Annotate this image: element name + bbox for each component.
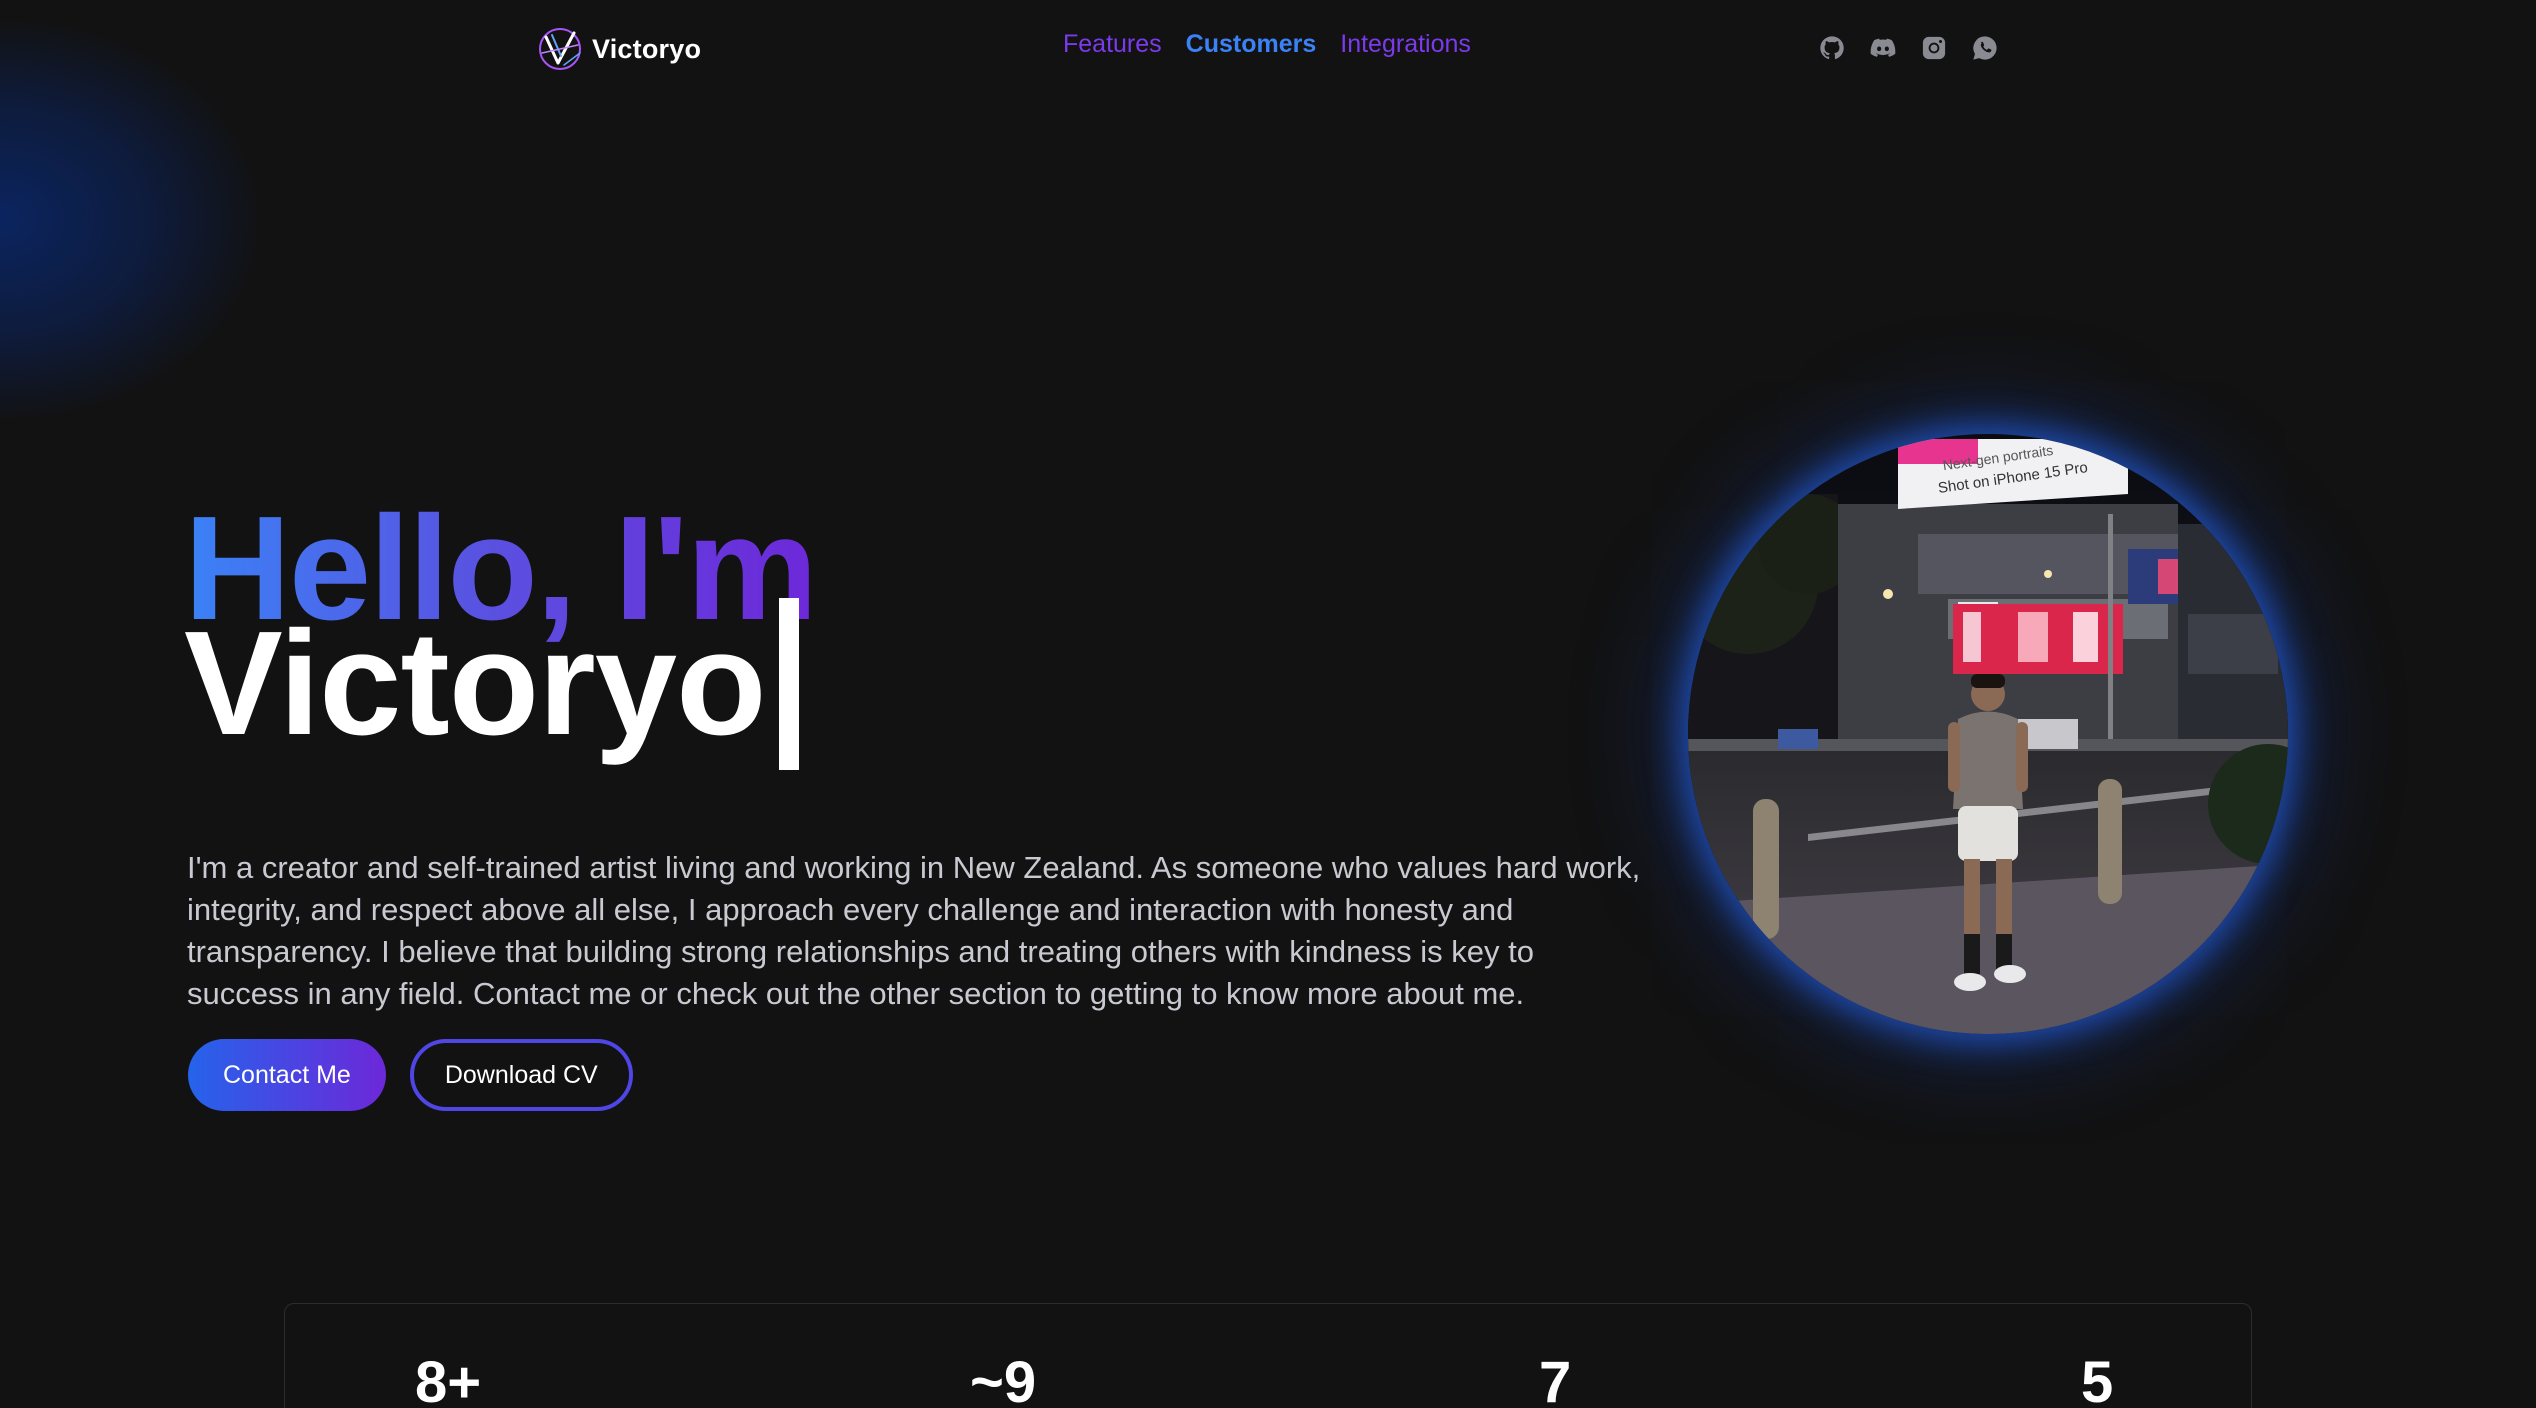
hero-bio: I'm a creator and self-trained artist li… — [187, 850, 1641, 1011]
nav-links: Features Customers Integrations — [1063, 30, 1471, 59]
nav-link-integrations[interactable]: Integrations — [1340, 30, 1471, 59]
download-cv-button[interactable]: Download CV — [409, 1039, 633, 1111]
portfolio-page: Victoryo Features Customers Integrations — [0, 0, 2536, 1408]
profile-photo-image: Next-gen portraits Shot on iPhone 15 Pro — [1688, 434, 2288, 1034]
whatsapp-icon[interactable] — [1971, 34, 1999, 62]
brand-name: Victoryo — [592, 33, 702, 64]
instagram-icon[interactable] — [1920, 34, 1948, 62]
v-logo-icon — [539, 28, 581, 70]
hero-name-row: Victoryo — [184, 598, 800, 770]
stat-value: ~9 — [970, 1350, 1037, 1408]
stat-value: 5 — [2081, 1350, 2114, 1408]
contact-me-button[interactable]: Contact Me — [188, 1039, 386, 1111]
discord-icon[interactable] — [1869, 34, 1897, 62]
hero-actions: Contact Me Download CV — [188, 1039, 633, 1111]
stat-value: 8+ — [415, 1350, 482, 1408]
social-links — [1818, 34, 1999, 62]
stat-value: 7 — [1539, 1350, 1572, 1408]
stats-card: 8+ ~9 7 5 — [284, 1303, 2252, 1408]
profile-photo: Next-gen portraits Shot on iPhone 15 Pro — [1688, 434, 2288, 1034]
navbar: Victoryo Features Customers Integrations — [0, 0, 2536, 96]
brand[interactable]: Victoryo — [534, 24, 701, 74]
nav-link-features[interactable]: Features — [1063, 30, 1162, 59]
github-icon[interactable] — [1818, 34, 1846, 62]
typing-cursor — [779, 598, 800, 770]
hero-name: Victoryo — [184, 601, 766, 766]
nav-link-customers[interactable]: Customers — [1186, 30, 1317, 59]
